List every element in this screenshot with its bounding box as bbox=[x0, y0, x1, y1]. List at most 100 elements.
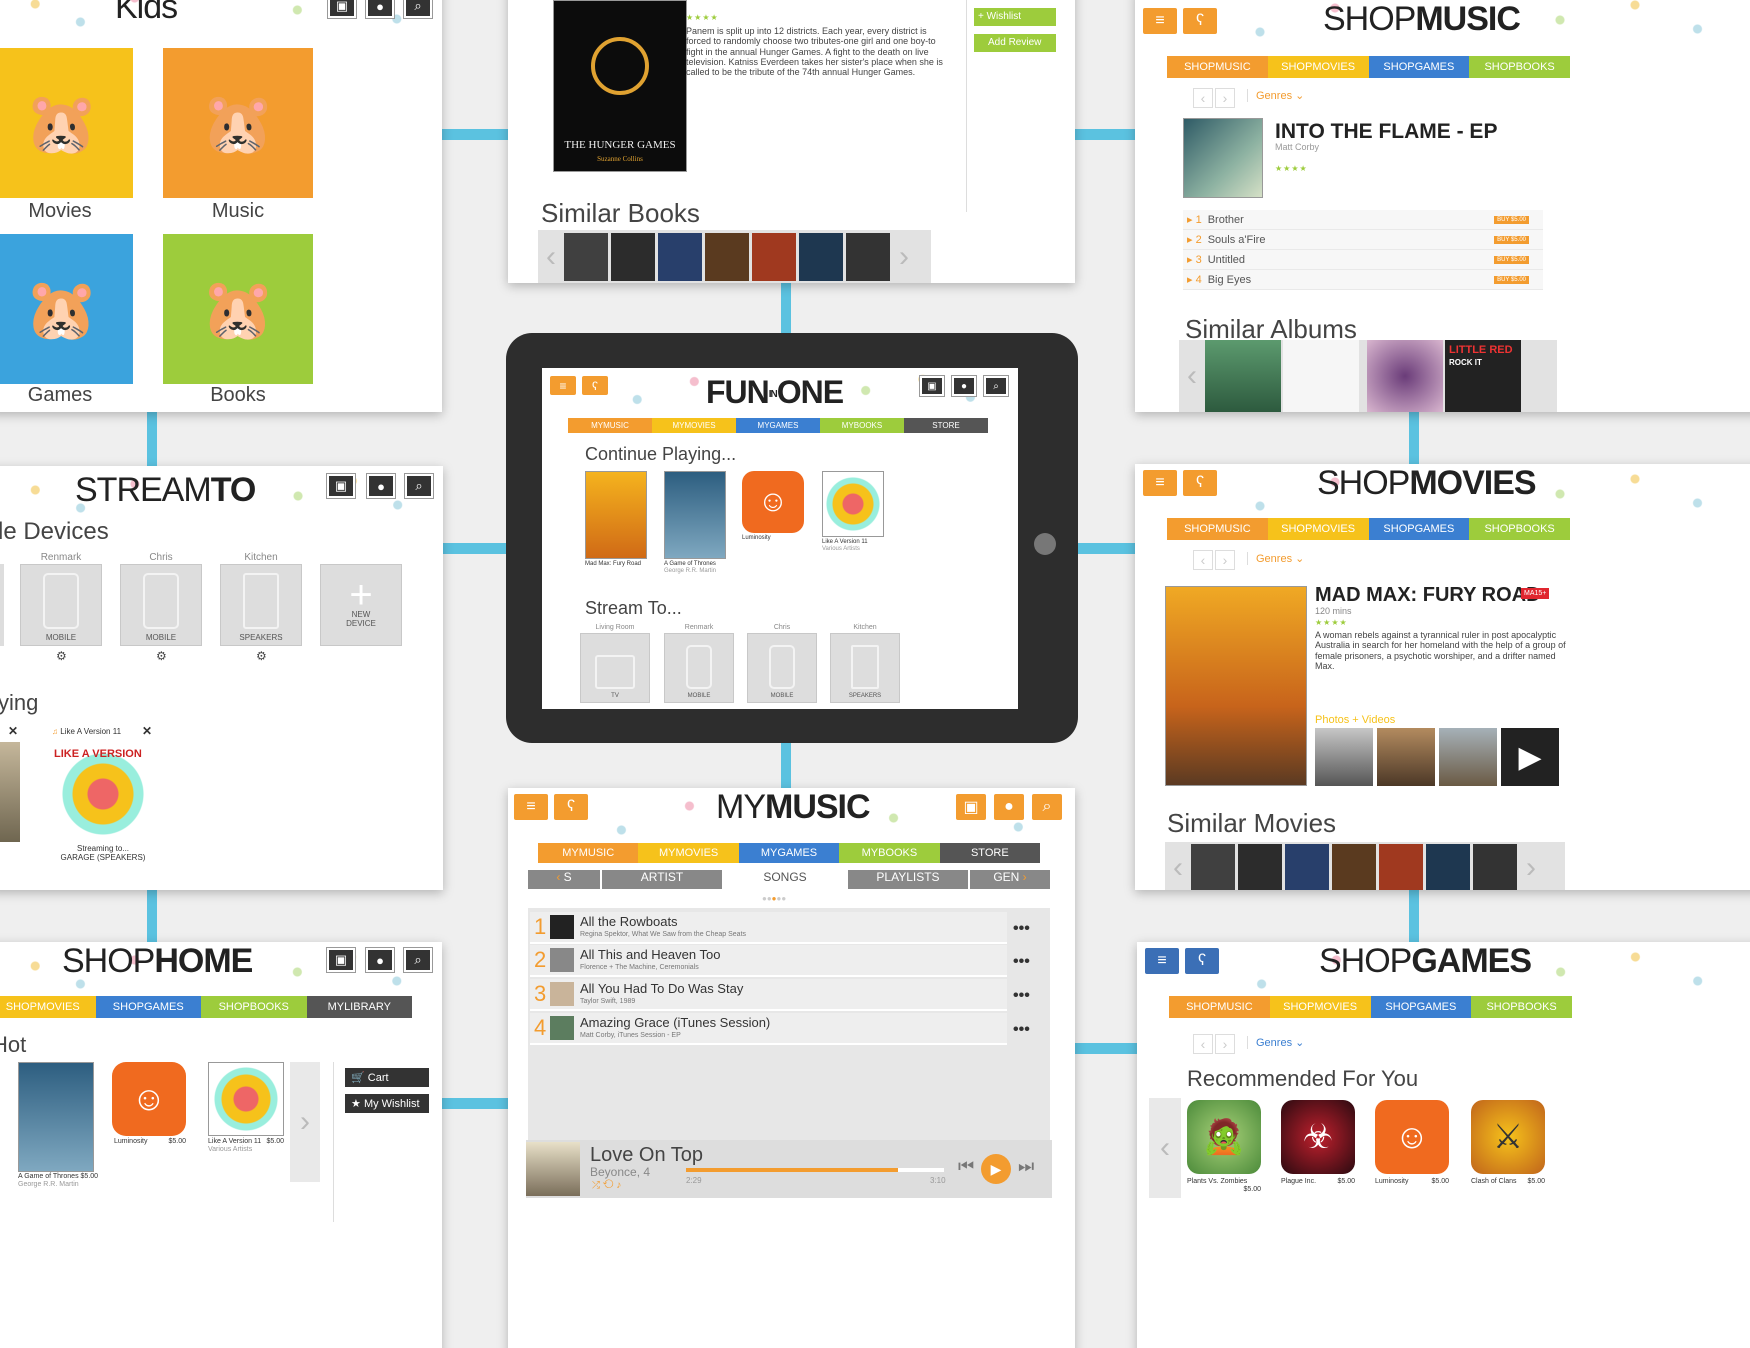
forward-button[interactable]: › bbox=[1215, 88, 1235, 108]
subtab-playlists[interactable]: PLAYLISTS bbox=[848, 870, 968, 889]
game-icon-clash-of-clans[interactable]: ⚔ bbox=[1471, 1100, 1545, 1174]
carousel-next[interactable]: › bbox=[290, 1062, 320, 1182]
tab-shopbooks[interactable]: SHOPBOOKS bbox=[1469, 518, 1570, 540]
film-icon[interactable]: ▣ bbox=[326, 473, 356, 499]
menu-icon[interactable]: ≡ bbox=[1145, 948, 1179, 974]
wishlist-button[interactable]: ★ My Wishlist bbox=[345, 1094, 429, 1113]
track-row[interactable]: ▸ 4 Big Eyes BUY $5.00 bbox=[1183, 270, 1543, 290]
back-button[interactable]: ‹ bbox=[1193, 1034, 1213, 1054]
more-options-icon[interactable]: ••• bbox=[1013, 1021, 1030, 1039]
game-icon-luminosity[interactable]: ☺ bbox=[1375, 1100, 1449, 1174]
tab-shopmovies[interactable]: SHOPMOVIES bbox=[1267, 56, 1369, 78]
song-row[interactable]: 4 Amazing Grace (iTunes Session) Matt Co… bbox=[530, 1013, 1007, 1045]
tab-shopbooks[interactable]: SHOPBOOKS bbox=[201, 996, 307, 1018]
subtab-next[interactable]: GEN › bbox=[970, 870, 1050, 889]
film-icon[interactable]: ▣ bbox=[956, 794, 986, 820]
book-cover[interactable]: THE HUNGER GAMES Suzanne Collins bbox=[553, 0, 687, 172]
bear-icon[interactable]: ʕ bbox=[1185, 948, 1219, 974]
album-thumb[interactable] bbox=[1367, 340, 1443, 412]
tab-shopmusic[interactable]: SHOPMUSIC bbox=[1167, 518, 1268, 540]
album-thumb[interactable] bbox=[1205, 340, 1281, 412]
device-mobile[interactable]: MOBILE bbox=[20, 564, 102, 646]
photo-thumb[interactable] bbox=[1439, 728, 1497, 786]
hot-item-like-a-version[interactable] bbox=[208, 1062, 284, 1136]
track-row[interactable]: ▸ 2 Souls a'Fire BUY $5.00 bbox=[1183, 230, 1543, 250]
tab-mybooks[interactable]: MYBOOKS bbox=[820, 418, 904, 433]
game-icon-plague-inc[interactable]: ☣ bbox=[1281, 1100, 1355, 1174]
menu-icon[interactable]: ≡ bbox=[550, 376, 576, 395]
add-review-button[interactable]: Add Review bbox=[974, 34, 1056, 52]
subtab-prev[interactable]: ‹ S bbox=[528, 870, 600, 889]
buy-button[interactable]: BUY $5.00 bbox=[1494, 215, 1529, 224]
track-row[interactable]: ▸ 3 Untitled BUY $5.00 bbox=[1183, 250, 1543, 270]
tab-store[interactable]: STORE bbox=[939, 843, 1041, 863]
user-icon[interactable]: ● bbox=[366, 473, 396, 499]
album-thumb[interactable] bbox=[1283, 340, 1359, 412]
book-thumb[interactable] bbox=[658, 232, 702, 281]
bear-icon[interactable]: ʕ bbox=[554, 794, 588, 820]
hot-item-game-of-thrones[interactable] bbox=[18, 1062, 94, 1172]
book-thumb[interactable] bbox=[799, 232, 843, 281]
song-row[interactable]: 3 All You Had To Do Was Stay Taylor Swif… bbox=[530, 979, 1007, 1011]
movie-thumb[interactable] bbox=[1379, 844, 1423, 890]
chevron-left-icon[interactable]: ‹ bbox=[546, 240, 556, 274]
play-button[interactable]: ▶ bbox=[981, 1154, 1011, 1184]
shuffle-icon[interactable]: ⤮ ⟲ ♪ bbox=[592, 1180, 621, 1191]
progress-track[interactable] bbox=[686, 1168, 944, 1172]
device-speakers[interactable]: SPEAKERS bbox=[830, 633, 900, 703]
more-options-icon[interactable]: ••• bbox=[1013, 987, 1030, 1005]
book-thumb[interactable] bbox=[705, 232, 749, 281]
chevron-right-icon[interactable]: › bbox=[899, 240, 909, 274]
device-mobile[interactable]: MOBILE bbox=[120, 564, 202, 646]
chevron-left-icon[interactable]: ‹ bbox=[1173, 851, 1183, 885]
movie-thumb[interactable] bbox=[1191, 844, 1235, 890]
kids-tile-books[interactable]: 🐹 bbox=[163, 234, 313, 384]
chevron-right-icon[interactable]: › bbox=[1526, 851, 1536, 885]
album-art-like-a-version[interactable]: LIKE A VERSION bbox=[52, 744, 154, 844]
hot-item-luminosity[interactable]: ☺ bbox=[112, 1062, 186, 1136]
buy-button[interactable]: BUY $5.00 bbox=[1494, 255, 1529, 264]
continue-item-like-a-version[interactable] bbox=[822, 471, 884, 537]
tab-mybooks[interactable]: MYBOOKS bbox=[839, 843, 940, 863]
continue-item-luminosity[interactable]: ☺ bbox=[742, 471, 804, 533]
film-icon[interactable]: ▣ bbox=[919, 375, 945, 397]
photo-thumb[interactable] bbox=[1377, 728, 1435, 786]
movie-poster[interactable] bbox=[1165, 586, 1307, 786]
device-tv[interactable]: TV bbox=[580, 633, 650, 703]
tab-mymovies[interactable]: MYMOVIES bbox=[652, 418, 736, 433]
tab-shopgames[interactable]: SHOPGAMES bbox=[1368, 56, 1470, 78]
previous-icon[interactable]: ⏮ bbox=[958, 1156, 974, 1177]
tab-shopbooks[interactable]: SHOPBOOKS bbox=[1471, 996, 1572, 1018]
search-icon[interactable]: ⌕ bbox=[403, 947, 433, 973]
tab-mygames[interactable]: MYGAMES bbox=[736, 418, 820, 433]
tab-shopgames[interactable]: SHOPGAMES bbox=[95, 996, 201, 1018]
subtab-artist[interactable]: ARTIST bbox=[602, 870, 722, 889]
tab-shopmovies[interactable]: SHOPMOVIES bbox=[0, 996, 96, 1018]
genres-dropdown[interactable]: Genres ⌄ bbox=[1247, 552, 1304, 565]
user-icon[interactable]: ● bbox=[365, 947, 395, 973]
tab-shopbooks[interactable]: SHOPBOOKS bbox=[1469, 56, 1570, 78]
device-mobile[interactable]: MOBILE bbox=[747, 633, 817, 703]
new-device-button[interactable]: + NEW DEVICE bbox=[320, 564, 402, 646]
video-thumb[interactable]: ▶ bbox=[1501, 728, 1559, 786]
wishlist-button[interactable]: + Wishlist bbox=[974, 8, 1056, 26]
chevron-left-icon[interactable]: ‹ bbox=[1149, 1098, 1181, 1198]
next-icon[interactable]: ⏭ bbox=[1018, 1156, 1034, 1177]
book-thumb[interactable] bbox=[564, 232, 608, 281]
book-thumb[interactable] bbox=[611, 232, 655, 281]
buy-button[interactable]: BUY $5.00 bbox=[1494, 235, 1529, 244]
tab-shopmusic[interactable]: SHOPMUSIC bbox=[1169, 996, 1270, 1018]
menu-icon[interactable]: ≡ bbox=[1143, 8, 1177, 34]
settings-gear-icon[interactable]: ⚙ bbox=[256, 649, 267, 663]
album-cover[interactable] bbox=[1183, 118, 1263, 198]
tab-mymovies[interactable]: MYMOVIES bbox=[638, 843, 739, 863]
tab-mymusic[interactable]: MYMUSIC bbox=[538, 843, 639, 863]
tab-shopgames[interactable]: SHOPGAMES bbox=[1368, 518, 1470, 540]
album-thumb[interactable]: LITTLE RED ROCK IT bbox=[1445, 340, 1521, 412]
bear-icon[interactable]: ʕ bbox=[1183, 8, 1217, 34]
user-icon[interactable]: ● bbox=[994, 794, 1024, 820]
tab-shopmusic[interactable]: SHOPMUSIC bbox=[1167, 56, 1268, 78]
photo-thumb[interactable] bbox=[1315, 728, 1373, 786]
game-icon-plants-vs-zombies[interactable]: 🧟 bbox=[1187, 1100, 1261, 1174]
tab-store[interactable]: STORE bbox=[904, 418, 988, 433]
